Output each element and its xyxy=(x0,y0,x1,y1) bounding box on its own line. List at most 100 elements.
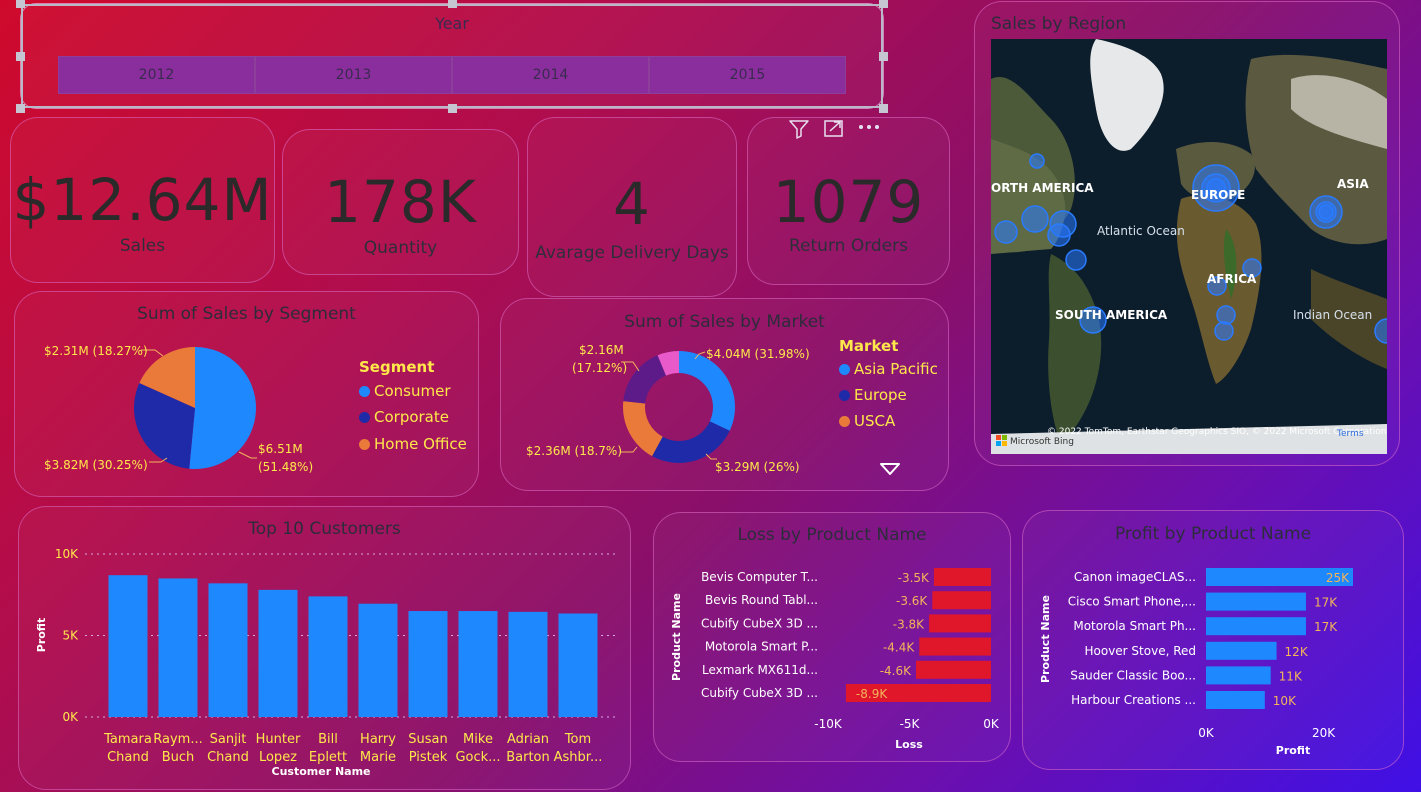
loss-value-label: -8.9K xyxy=(856,687,888,701)
product-label: Bevis Round Tabl... xyxy=(705,593,818,607)
legend-item-consumer[interactable]: Consumer xyxy=(359,382,467,400)
customer-bar[interactable] xyxy=(158,578,198,717)
svg-text:Microsoft Bing: Microsoft Bing xyxy=(1010,437,1074,447)
product-label: Bevis Computer T... xyxy=(701,570,818,584)
segment-legend-title: Segment xyxy=(359,358,435,376)
resize-handle[interactable] xyxy=(448,0,457,8)
profit-bar[interactable] xyxy=(1206,617,1306,636)
market-donut[interactable]: $2.16M (17.12%) $4.04M (31.98%) $2.36M (… xyxy=(501,299,841,492)
resize-handle[interactable] xyxy=(16,52,25,61)
donut-slice-2[interactable] xyxy=(652,421,730,463)
legend-item-corporate[interactable]: Corporate xyxy=(359,408,467,426)
product-label: Lexmark MX611d... xyxy=(702,663,818,677)
loss-bar[interactable] xyxy=(932,591,991,610)
segment-label-corporate: $3.82M (30.25%) xyxy=(44,458,148,472)
profit-bar[interactable] xyxy=(1206,641,1277,660)
legend-item-europe[interactable]: Europe xyxy=(839,386,938,404)
legend-label: Consumer xyxy=(374,382,451,400)
customers-bar-chart[interactable]: 0K 5K 10K Tamara Chand Raym... Buch Sanjit Chan… xyxy=(19,507,632,791)
product-label: Cisco Smart Phone,... xyxy=(1068,595,1196,609)
x-tick-label: Raym... xyxy=(153,732,202,747)
profit-value-label: 12K xyxy=(1285,645,1309,659)
profit-bar[interactable] xyxy=(1206,691,1265,709)
kpi-label: Quantity xyxy=(363,238,438,258)
map-terms-link[interactable]: Terms xyxy=(1336,429,1364,439)
legend-item-asia-pacific[interactable]: Asia Pacific xyxy=(839,360,938,378)
year-tile-2012[interactable]: 2012 xyxy=(58,56,255,94)
legend-label: Home Office xyxy=(374,435,467,453)
loss-bar-chart[interactable]: Bevis Computer T... -3.5K Bevis Round Tabl… xyxy=(654,513,1012,763)
world-map[interactable]: ORTH AMERICA EUROPE ASIA AFRICA SOUTH AM… xyxy=(991,39,1387,454)
x-tick-label: Adrian xyxy=(507,732,549,747)
kpi-card-sales[interactable]: $12.64M Sales xyxy=(10,117,275,283)
year-tile-2015[interactable]: 2015 xyxy=(649,56,846,94)
loss-bar[interactable] xyxy=(919,637,991,656)
loss-bar[interactable] xyxy=(933,568,991,586)
profit-x-axis-title: Profit xyxy=(1276,744,1310,757)
loss-x-axis-title: Loss xyxy=(895,738,923,751)
filter-icon[interactable] xyxy=(789,120,809,139)
legend-scroll-down-icon[interactable] xyxy=(879,462,901,476)
pie-slice-consumer[interactable] xyxy=(189,347,256,469)
resize-handle[interactable] xyxy=(16,104,25,113)
kpi-card-quantity[interactable]: 178K Quantity xyxy=(282,129,519,275)
customer-bar[interactable] xyxy=(458,611,498,717)
loss-bar[interactable] xyxy=(916,660,991,679)
customer-bar[interactable] xyxy=(308,596,348,717)
customer-bar[interactable] xyxy=(508,611,548,717)
market-label-asia-pacific: $4.04M (31.98%) xyxy=(706,347,810,361)
profit-bar[interactable] xyxy=(1206,592,1306,611)
x-tick-label: Susan xyxy=(408,732,447,747)
segment-label-consumer-value: $6.51M xyxy=(258,442,303,456)
customer-bar[interactable] xyxy=(208,583,248,717)
kpi-card-return-orders[interactable]: 1079 Return Orders xyxy=(747,117,950,285)
map-label-indian: Indian Ocean xyxy=(1293,308,1372,322)
customers-y-axis-title: Profit xyxy=(35,618,48,652)
resize-handle[interactable] xyxy=(879,104,888,113)
profit-value-label: 17K xyxy=(1314,620,1338,634)
market-legend: Market Asia Pacific Europe USCA xyxy=(839,337,938,430)
x-tick-label: Tamara xyxy=(103,732,152,747)
donut-slice-1[interactable] xyxy=(679,351,735,431)
x-tick-label: Tom xyxy=(564,732,591,747)
loss-value-label: -4.6K xyxy=(880,664,912,678)
x-tick-label: Marie xyxy=(360,750,396,765)
x-tick-label: -10K xyxy=(814,717,843,731)
resize-handle[interactable] xyxy=(879,52,888,61)
legend-label: Corporate xyxy=(374,408,449,426)
loss-bar[interactable] xyxy=(929,614,991,633)
year-tile-2014[interactable]: 2014 xyxy=(452,56,649,94)
customer-bar[interactable] xyxy=(108,575,148,717)
resize-handle[interactable] xyxy=(16,0,25,8)
x-tick-label: Harry xyxy=(360,732,396,747)
more-options-icon[interactable] xyxy=(859,125,879,129)
product-label: Hoover Stove, Red xyxy=(1084,644,1196,658)
segment-label-consumer-pct: (51.48%) xyxy=(258,460,313,474)
segment-pie[interactable]: $2.31M (18.27%) $3.82M (30.25%) $6.51M (… xyxy=(15,292,355,498)
y-tick-label: 5K xyxy=(62,629,79,643)
legend-dot xyxy=(839,415,850,427)
legend-label: Europe xyxy=(854,386,907,404)
kpi-label: Avarage Delivery Days xyxy=(535,243,729,263)
profit-bar[interactable] xyxy=(1206,666,1271,685)
resize-handle[interactable] xyxy=(879,0,888,8)
legend-item-usca[interactable]: USCA xyxy=(839,412,938,430)
kpi-label: Return Orders xyxy=(789,236,908,256)
legend-item-home-office[interactable]: Home Office xyxy=(359,435,467,453)
customer-bar[interactable] xyxy=(358,603,398,717)
product-label: Cubify CubeX 3D ... xyxy=(701,686,818,700)
top-customers-card: Top 10 Customers 0K 5K 10K Tamara Chand Raym… xyxy=(18,506,631,790)
profit-bar-chart[interactable]: Canon imageCLAS... 25K Cisco Smart Phone,.… xyxy=(1023,511,1405,771)
customer-bar[interactable] xyxy=(558,613,598,717)
focus-mode-icon[interactable] xyxy=(824,120,843,137)
resize-handle[interactable] xyxy=(448,104,457,113)
market-legend-title: Market xyxy=(839,337,899,355)
legend-dot xyxy=(359,411,370,423)
customer-bar[interactable] xyxy=(408,611,448,717)
customer-bar[interactable] xyxy=(258,589,298,717)
product-label: Sauder Classic Boo... xyxy=(1070,668,1196,682)
year-tile-2013[interactable]: 2013 xyxy=(255,56,452,94)
kpi-value: $12.64M xyxy=(12,166,273,234)
kpi-card-delivery-days[interactable]: 4 Avarage Delivery Days xyxy=(527,117,737,297)
map-canvas: ORTH AMERICA EUROPE ASIA AFRICA SOUTH AM… xyxy=(991,39,1387,454)
